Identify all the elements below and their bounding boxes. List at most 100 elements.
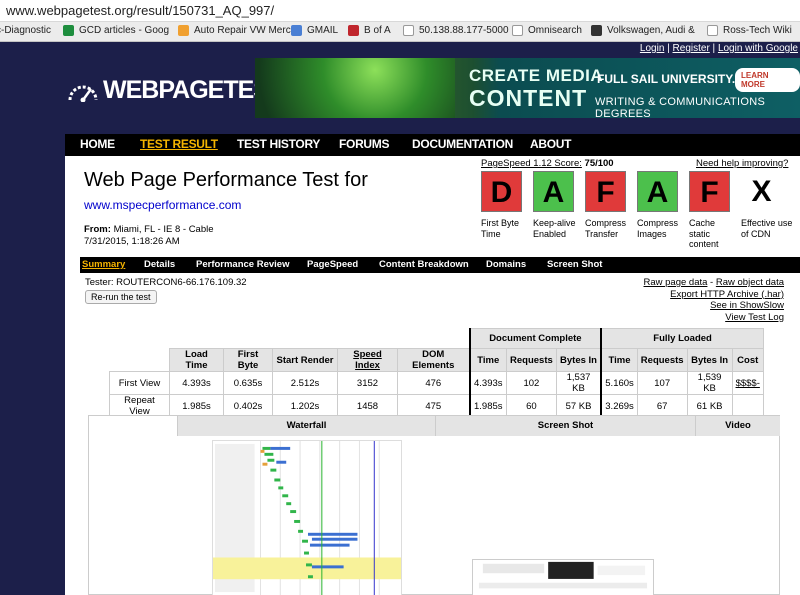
col-header: First Byte: [223, 348, 273, 372]
col-header: DOM Elements: [397, 348, 470, 372]
nav-test-result[interactable]: TEST RESULT: [140, 137, 218, 151]
ad-line2: CONTENT: [469, 85, 588, 111]
bookmark-item[interactable]: GCD articles - Goog: [63, 25, 169, 36]
export-har-link[interactable]: Export HTTP Archive (.har): [670, 289, 784, 300]
grade-label: Compress Transfer: [585, 218, 627, 239]
sheets-icon: [63, 25, 74, 36]
main-nav: HOME TEST RESULT TEST HISTORY FORUMS DOC…: [65, 134, 800, 156]
nav-documentation[interactable]: DOCUMENTATION: [412, 137, 513, 151]
media-table: Waterfall Screen Shot Video: [88, 415, 780, 595]
col-header: Time: [600, 348, 638, 372]
tab-summary[interactable]: Summary: [82, 259, 125, 270]
col-header: Cost: [731, 348, 764, 372]
col-header: Time: [468, 348, 507, 372]
ad-photo: [255, 58, 455, 118]
grade-label: Cache static content: [689, 218, 719, 249]
logo[interactable]: WEBPAGETEST: [67, 76, 284, 105]
tab-screen-shot[interactable]: Screen Shot: [547, 259, 602, 270]
bookmark-item[interactable]: B of A: [348, 25, 391, 36]
login-google-link[interactable]: Login with Google: [718, 43, 798, 54]
video-header: Video: [696, 416, 780, 436]
row-label: First View: [109, 371, 170, 395]
tab-details[interactable]: Details: [144, 259, 175, 270]
table-cell: 476: [397, 371, 470, 395]
screenshot-header: Screen Shot: [436, 416, 696, 436]
table-cell: 1,537 KB: [555, 371, 602, 395]
col-header: Requests: [636, 348, 688, 372]
nav-forums[interactable]: FORUMS: [339, 137, 390, 151]
waterfall-header: Waterfall: [178, 416, 436, 436]
ad-line1: CREATE MEDIA: [469, 66, 604, 85]
bookmark-item[interactable]: 50.138.88.177-5000: [403, 25, 509, 36]
col-header-speed-index[interactable]: Speed Index: [337, 348, 398, 372]
table-cell: 5.160s: [600, 371, 638, 395]
ad-banner[interactable]: CREATE MEDIA CONTENT FULL SAIL UNIVERSIT…: [255, 58, 800, 118]
ad-school: FULL SAIL UNIVERSITY.: [597, 72, 736, 86]
grade-label: Compress Images: [637, 218, 679, 239]
tab-content-breakdown[interactable]: Content Breakdown: [379, 259, 469, 270]
bookmark-item[interactable]: c-Diagnostic: [0, 25, 51, 36]
gauge-icon: [68, 85, 98, 102]
bookmark-item[interactable]: Auto Repair VW Merc: [178, 25, 291, 36]
table-cell: 0.635s: [223, 371, 273, 395]
nav-home[interactable]: HOME: [80, 137, 115, 151]
site-header: Login | Register | Login with Google WEB…: [65, 42, 800, 134]
page-icon: [512, 25, 523, 36]
bookmark-item[interactable]: GMAIL: [291, 25, 338, 36]
table-cell: 4.393s: [169, 371, 224, 395]
cost-link[interactable]: $$$$-: [731, 371, 764, 395]
nav-about[interactable]: ABOUT: [530, 137, 571, 151]
col-header: Load Time: [169, 348, 224, 372]
bookmark-item[interactable]: Ross-Tech Wiki: [707, 25, 792, 36]
results-table: Document Complete Fully Loaded Load Time…: [109, 328, 764, 418]
grade-keep-alive[interactable]: A: [533, 171, 574, 212]
pagespeed-link[interactable]: PageSpeed 1.12 Score:: [481, 158, 582, 169]
showslow-link[interactable]: See in ShowSlow: [710, 300, 784, 311]
rerun-button[interactable]: Re-run the test: [85, 290, 157, 304]
col-header: Bytes In: [686, 348, 733, 372]
site-icon: [591, 25, 602, 36]
login-link[interactable]: Login: [640, 43, 664, 54]
tab-performance-review[interactable]: Performance Review: [196, 259, 289, 270]
table-cell: 4.393s: [468, 371, 507, 395]
test-date: 7/31/2015, 1:18:26 AM: [84, 236, 180, 247]
table-cell: 107: [636, 371, 688, 395]
page-title: Web Page Performance Test for: [84, 169, 368, 191]
grade-cache-static[interactable]: F: [689, 171, 730, 212]
doc-complete-header: Document Complete: [468, 328, 602, 349]
grade-first-byte[interactable]: D: [481, 171, 522, 212]
grade-label: First Byte Time: [481, 218, 520, 239]
bookmark-item[interactable]: Omnisearch: [512, 25, 582, 36]
grade-compress-images[interactable]: A: [637, 171, 678, 212]
tab-pagespeed[interactable]: PageSpeed: [307, 259, 358, 270]
google-icon: [291, 25, 302, 36]
address-bar[interactable]: www.webpagetest.org/result/150731_AQ_997…: [0, 0, 800, 22]
waterfall-thumbnail[interactable]: [212, 440, 402, 595]
view-test-log-link[interactable]: View Test Log: [725, 312, 784, 323]
table-cell: 2.512s: [272, 371, 338, 395]
url-text: www.webpagetest.org/result/150731_AQ_997…: [6, 3, 275, 18]
help-improving-link[interactable]: Need help improving?: [696, 158, 788, 169]
learn-more-button[interactable]: LEARN MORE: [735, 68, 800, 92]
grade-label: Keep-alive Enabled: [533, 218, 576, 239]
register-link[interactable]: Register: [673, 43, 710, 54]
bookmarks-bar: c-Diagnostic GCD articles - Goog Auto Re…: [0, 22, 800, 42]
account-links: Login | Register | Login with Google: [639, 43, 798, 54]
page-screenshot-thumbnail[interactable]: [472, 559, 654, 595]
raw-page-data-link[interactable]: Raw page data: [644, 277, 708, 288]
bank-icon: [348, 25, 359, 36]
grade-compress-transfer[interactable]: F: [585, 171, 626, 212]
table-row: First View 4.393s 0.635s 2.512s 3152 476…: [109, 371, 764, 395]
bookmark-item[interactable]: Volkswagen, Audi &: [591, 25, 695, 36]
nav-test-history[interactable]: TEST HISTORY: [237, 137, 320, 151]
main-content: Web Page Performance Test for www.mspecp…: [65, 156, 800, 595]
raw-object-data-link[interactable]: Raw object data: [716, 277, 784, 288]
grade-cdn[interactable]: X: [741, 171, 782, 212]
col-header: Requests: [506, 348, 557, 372]
tested-url-link[interactable]: www.mspecperformance.com: [84, 198, 241, 212]
tab-domains[interactable]: Domains: [486, 259, 526, 270]
fully-loaded-header: Fully Loaded: [600, 328, 764, 349]
ad-tagline: WRITING & COMMUNICATIONS DEGREES: [595, 96, 766, 118]
grade-label: Effective use of CDN: [741, 218, 793, 239]
page-icon: [707, 25, 718, 36]
